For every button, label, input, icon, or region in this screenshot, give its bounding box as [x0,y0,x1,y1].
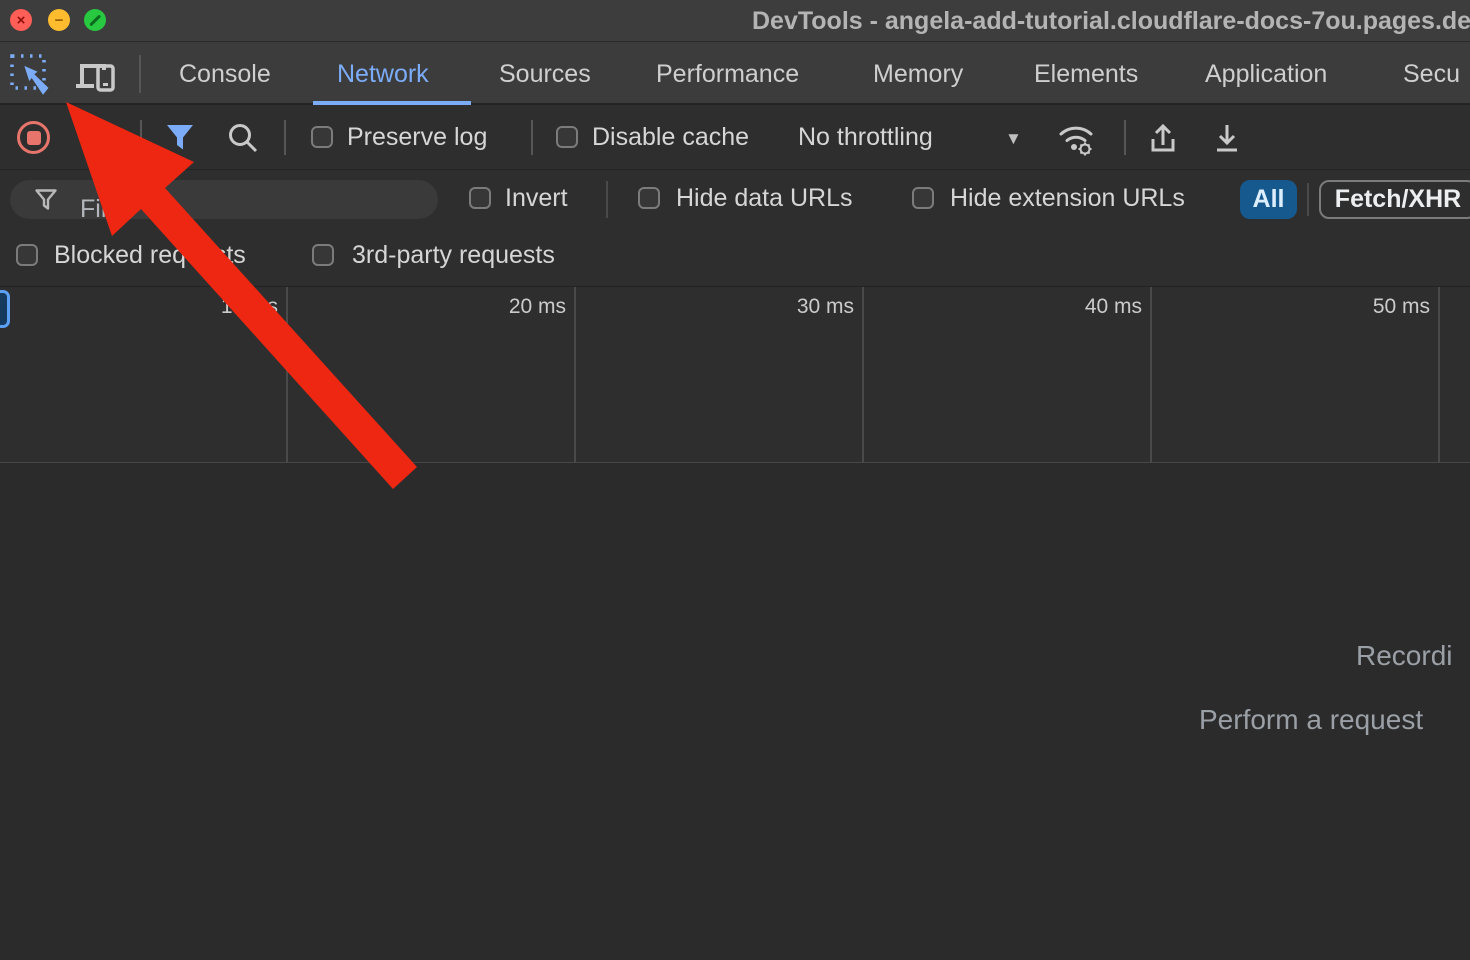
tab-console[interactable]: Console [179,60,271,89]
hide-data-urls-label[interactable]: Hide data URLs [676,184,852,213]
hide-extension-urls-label[interactable]: Hide extension URLs [950,184,1185,213]
funnel-outline-icon [34,188,58,212]
tab-performance[interactable]: Performance [656,60,799,89]
filter-input-pill[interactable] [10,180,438,219]
record-stop-icon [27,131,41,145]
invert-label[interactable]: Invert [505,184,568,213]
timeline-tick-label: 50 ms [1340,295,1430,319]
record-network-log-button[interactable] [17,121,50,154]
disable-cache-checkbox[interactable] [556,126,578,148]
window-zoom-button[interactable] [84,9,106,31]
upload-icon [1146,121,1180,155]
tab-security[interactable]: Secu [1403,60,1460,89]
filter-divider [1307,183,1309,216]
search-icon [226,121,259,154]
tab-memory[interactable]: Memory [873,60,963,89]
disable-cache-label[interactable]: Disable cache [592,123,749,152]
network-toolbar: Preserve log Disable cache No throttling… [0,105,1470,170]
blocked-requests-label[interactable]: Blocked requests [54,241,246,270]
toolbar-divider [139,55,141,93]
chevron-down-icon: ▼ [1005,129,1022,149]
timeline-gridline [286,287,288,462]
window-title: DevTools - angela-add-tutorial.cloudflar… [752,7,1470,36]
network-filter-bar-2: Blocked requests 3rd-party requests [0,229,1470,287]
export-har-button[interactable] [1210,121,1244,155]
timeline-gridline [862,287,864,462]
inspect-cursor-icon [8,52,54,98]
filter-input[interactable] [80,193,420,225]
filter-divider [606,181,608,218]
timeline-tick-label: 40 ms [1052,295,1142,319]
device-toolbar-button[interactable] [72,54,120,96]
toolbar-divider [1124,120,1126,155]
window-close-button[interactable]: × [10,9,32,31]
third-party-requests-checkbox[interactable] [312,244,334,266]
recording-message: Recordi [1356,640,1452,672]
import-har-button[interactable] [1146,121,1180,155]
timeline-tick-label: 30 ms [764,295,854,319]
throttling-select[interactable]: No throttling ▼ [798,123,1048,155]
network-overview-timeline[interactable]: 10 ms 20 ms 30 ms 40 ms 50 ms [0,287,1470,463]
blocked-requests-checkbox[interactable] [16,244,38,266]
hide-data-urls-checkbox[interactable] [638,187,660,209]
wifi-gear-icon [1056,121,1098,157]
overview-selection-handle[interactable] [0,290,10,328]
timeline-gridline [574,287,576,462]
tab-network[interactable]: Network [337,60,429,89]
clear-icon [80,123,110,153]
window-titlebar: × − DevTools - angela-add-tutorial.cloud… [0,0,1470,42]
search-button[interactable] [226,121,259,154]
inspect-element-button[interactable] [8,52,54,98]
network-filter-bar: Invert Hide data URLs Hide extension URL… [0,170,1470,229]
perform-request-message: Perform a request [1199,704,1423,736]
preserve-log-label[interactable]: Preserve log [347,123,487,152]
tab-sources[interactable]: Sources [499,60,591,89]
clear-network-log-button[interactable] [80,123,110,153]
tab-application[interactable]: Application [1205,60,1327,89]
window-minimize-button[interactable]: − [48,9,70,31]
device-toolbar-icon [72,54,120,96]
hide-extension-urls-checkbox[interactable] [912,187,934,209]
filter-chip-all[interactable]: All [1240,180,1297,219]
timeline-gridline [1150,287,1152,462]
devtools-tabbar: Console Network Sources Performance Memo… [0,42,1470,105]
funnel-icon [164,122,196,153]
download-icon [1210,121,1244,155]
zoom-slash-icon [89,14,101,26]
throttling-value: No throttling [798,123,933,152]
network-conditions-button[interactable] [1056,121,1098,157]
toolbar-divider [140,120,142,155]
network-requests-panel: Recordi Perform a request [0,463,1470,960]
third-party-requests-label[interactable]: 3rd-party requests [352,241,555,270]
timeline-gridline [1438,287,1440,462]
invert-checkbox[interactable] [469,187,491,209]
timeline-tick-label: 10 ms [188,295,278,319]
toolbar-divider [284,120,286,155]
preserve-log-checkbox[interactable] [311,126,333,148]
tab-elements[interactable]: Elements [1034,60,1138,89]
filter-chip-fetch-xhr[interactable]: Fetch/XHR [1319,180,1470,219]
toolbar-divider [531,120,533,155]
timeline-tick-label: 20 ms [476,295,566,319]
filter-toggle-button[interactable] [164,122,196,153]
